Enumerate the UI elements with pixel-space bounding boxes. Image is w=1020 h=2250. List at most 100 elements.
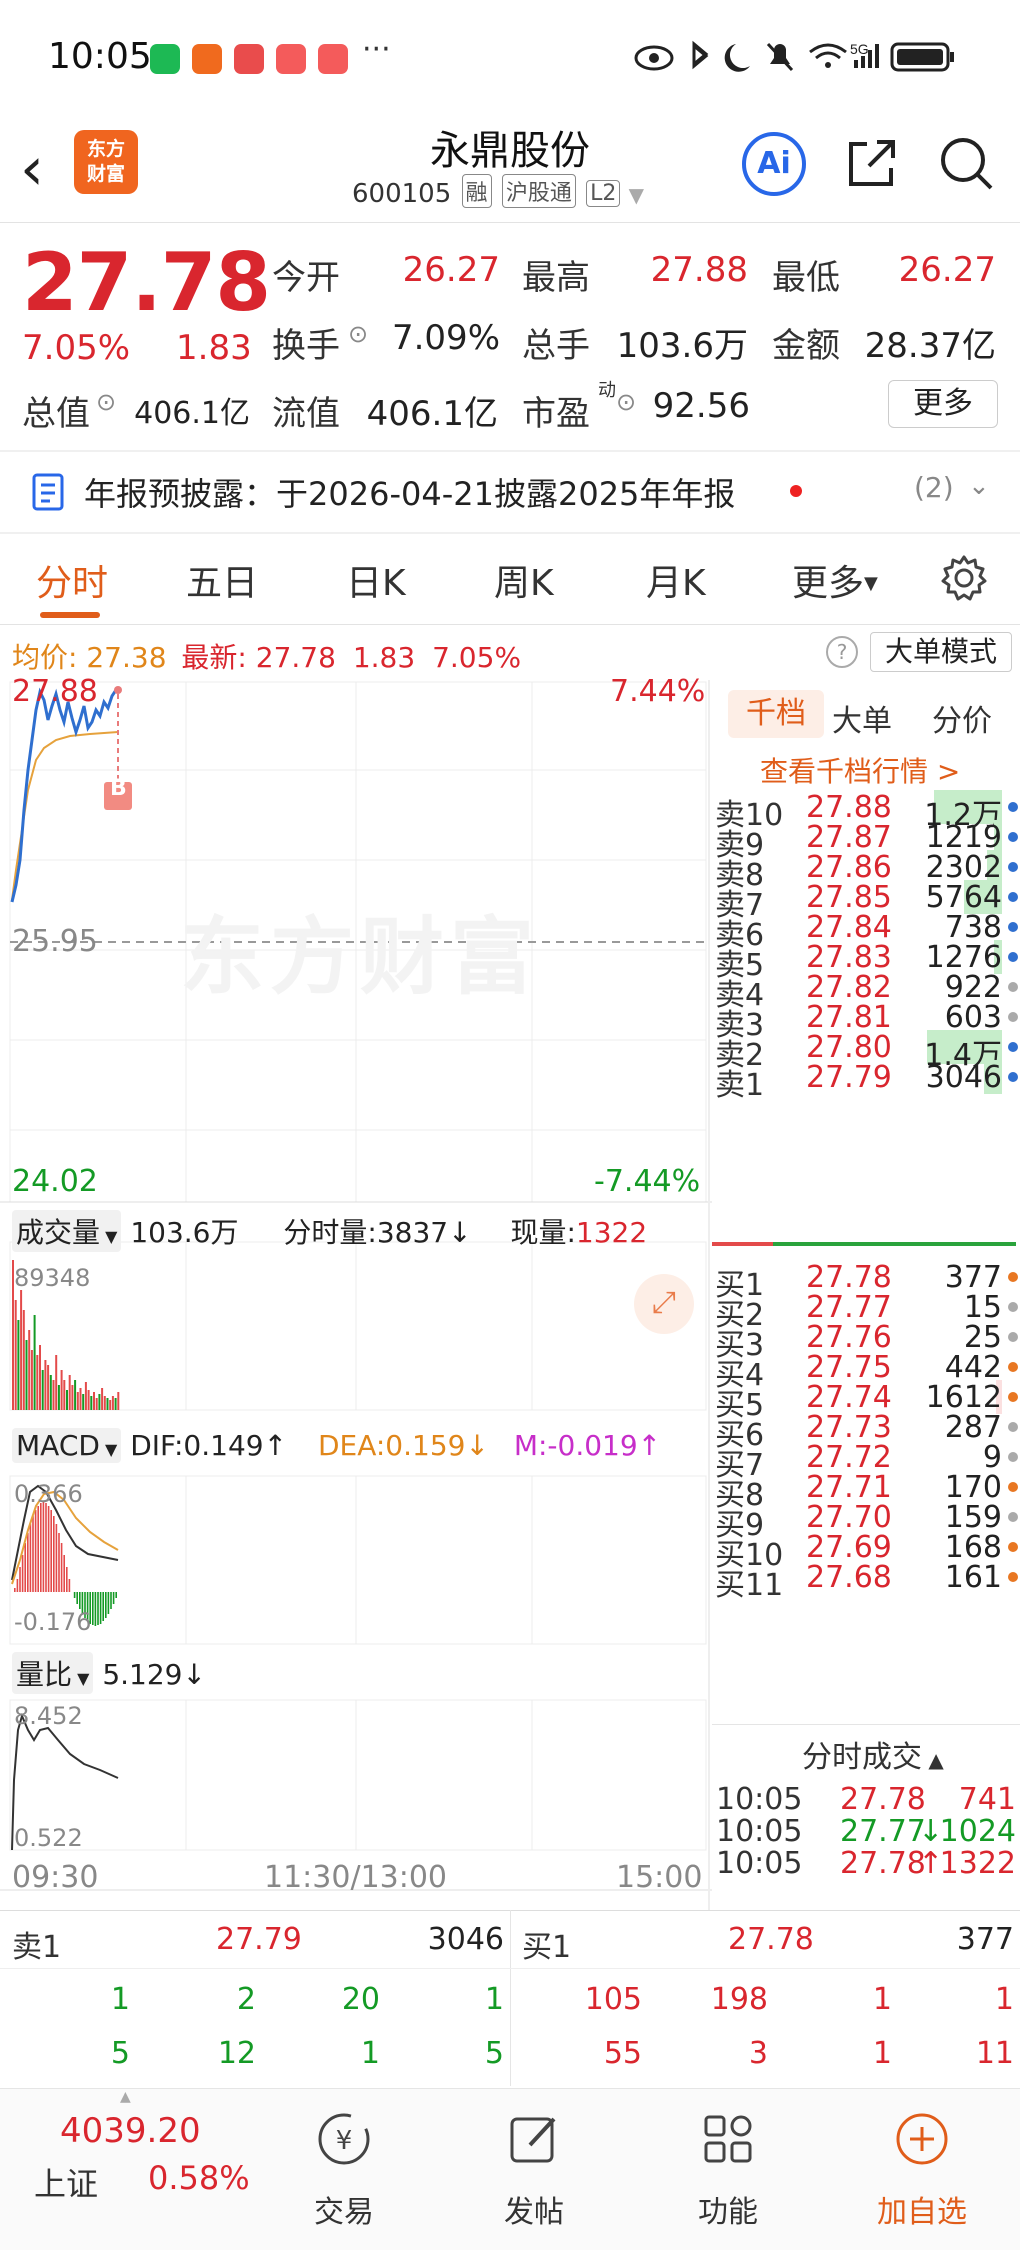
index-value[interactable]: 4039.20 bbox=[60, 2111, 201, 2151]
intraday-chart[interactable]: 东方财富 27.88 7.44% B 25.95 24.02 -7.44% 成交… bbox=[0, 674, 712, 1910]
expand-icon[interactable]: ⤢ bbox=[634, 1274, 694, 1334]
macd-bar bbox=[112, 1592, 115, 1604]
volume-bar bbox=[44, 1360, 47, 1410]
add-circle-icon bbox=[896, 2113, 948, 2165]
grid-icon bbox=[704, 2115, 752, 2163]
tab-intraday[interactable]: 分时 bbox=[36, 554, 108, 606]
index-name[interactable]: 上证 bbox=[34, 2159, 98, 2205]
high-label: 最高 bbox=[522, 258, 590, 298]
volume-label: 总手 bbox=[522, 326, 590, 366]
tab-full-depth[interactable]: 千档 bbox=[728, 690, 824, 738]
big-order-mode-button[interactable]: 大单模式 bbox=[870, 632, 1012, 672]
level-indicator-dot bbox=[1008, 862, 1018, 872]
float-value: 406.1亿 bbox=[366, 394, 498, 434]
macd-bar bbox=[50, 1510, 52, 1592]
tab-more[interactable]: 更多▼ bbox=[792, 554, 878, 606]
volume-selector[interactable]: 成交量 ▼ bbox=[12, 1210, 122, 1252]
index-percent[interactable]: 0.58% bbox=[148, 2159, 250, 2197]
tag-connect: 沪股通 bbox=[501, 174, 576, 208]
time-axis-mid: 11:30/13:00 bbox=[264, 1860, 448, 1895]
level-indicator-dot bbox=[1008, 1272, 1018, 1282]
info-icon[interactable]: ⊙ bbox=[616, 388, 636, 416]
pe-value: 92.56 bbox=[652, 386, 750, 426]
dock-trade[interactable]: ¥ 交易 bbox=[284, 2109, 404, 2231]
pe-superscript: 动 bbox=[598, 380, 616, 401]
trades-title[interactable]: 分时成交 ▲ bbox=[802, 1732, 944, 1776]
avg-value: 27.38 bbox=[86, 641, 167, 674]
volume-bar bbox=[68, 1375, 71, 1410]
info-icon[interactable]: ⊙ bbox=[348, 320, 368, 348]
level-indicator-dot bbox=[1008, 1012, 1018, 1022]
volume-bar bbox=[39, 1345, 41, 1410]
depth-ratio-bar bbox=[712, 1242, 1016, 1246]
trade-time: 10:05 bbox=[716, 1846, 803, 1881]
ask1-label: 卖1 bbox=[12, 1930, 62, 1965]
tab-five-day[interactable]: 五日 bbox=[186, 554, 258, 606]
macd-bar bbox=[58, 1533, 60, 1592]
dif-value: DIF:0.149↑ bbox=[130, 1429, 288, 1462]
latest-value: 27.78 bbox=[255, 641, 336, 674]
macd-bar bbox=[66, 1567, 68, 1592]
volume-bar bbox=[95, 1398, 98, 1410]
queue-order-size: 55 bbox=[603, 2036, 642, 2071]
dock-functions[interactable]: 功能 bbox=[668, 2109, 788, 2231]
volume-total: 103.6万 bbox=[130, 1216, 239, 1249]
level-indicator-dot bbox=[1008, 1542, 1018, 1552]
level-indicator-dot bbox=[1008, 1362, 1018, 1372]
more-button[interactable]: 更多 bbox=[888, 380, 998, 428]
float-label: 流值 bbox=[272, 394, 340, 434]
help-icon[interactable]: ? bbox=[826, 636, 858, 668]
gear-icon[interactable] bbox=[940, 554, 988, 602]
ai-button[interactable]: Ai bbox=[742, 132, 806, 196]
share-icon[interactable] bbox=[845, 136, 899, 190]
price-min-label: 24.02 bbox=[12, 1164, 98, 1199]
view-full-depth-link[interactable]: 查看千档行情 > bbox=[760, 750, 960, 790]
tab-weekly-k[interactable]: 周K bbox=[494, 554, 554, 606]
level-indicator-dot bbox=[1008, 922, 1018, 932]
level-indicator-dot bbox=[1008, 892, 1018, 902]
macd-selector[interactable]: MACD ▼ bbox=[12, 1428, 122, 1463]
macd-bar bbox=[99, 1592, 102, 1624]
info-icon[interactable]: ⊙ bbox=[96, 388, 116, 416]
macd-bar bbox=[79, 1592, 81, 1609]
buy-marker-label[interactable]: B bbox=[110, 776, 127, 801]
macd-bar bbox=[27, 1533, 29, 1592]
status-bar: 10:05 ··· 5G bbox=[0, 0, 1020, 120]
prev-close-label: 25.95 bbox=[12, 924, 98, 959]
bid-level-row[interactable]: 买11 27.68 161 bbox=[712, 1556, 1020, 1603]
order-book: 千档 大单 分价 查看千档行情 > 卖10 27.88 1.2万 卖9 27.87 121… bbox=[712, 680, 1020, 1910]
macd-bar bbox=[107, 1592, 110, 1614]
chevron-down-icon[interactable]: ⌄ bbox=[968, 471, 990, 501]
ask-level-row[interactable]: 卖1 27.79 3046 bbox=[712, 1056, 1020, 1103]
volume-bar bbox=[98, 1394, 101, 1410]
volume-bar bbox=[111, 1396, 114, 1410]
search-icon[interactable] bbox=[937, 134, 995, 192]
macd-bar bbox=[92, 1592, 94, 1625]
tick-volume: 分时量:3837↓ bbox=[283, 1216, 472, 1249]
trade-volume: 1322 bbox=[939, 1846, 1016, 1881]
bid1-volume: 377 bbox=[956, 1922, 1014, 1957]
volume-bar bbox=[109, 1400, 112, 1410]
macd-bar bbox=[14, 1588, 16, 1592]
low-value: 26.27 bbox=[898, 250, 996, 290]
chevron-down-icon[interactable]: ▼ bbox=[629, 183, 644, 207]
avg-price-line bbox=[11, 731, 119, 901]
notice-bar[interactable]: 年报预披露：于2026-04-21披露2025年年报 (2) ⌄ bbox=[0, 455, 1020, 527]
volume-bar bbox=[93, 1392, 95, 1410]
tab-daily-k[interactable]: 日K bbox=[346, 554, 406, 606]
tab-price-distribution[interactable]: 分价 bbox=[932, 696, 992, 740]
ratio-selector[interactable]: 量比 ▼ bbox=[12, 1652, 94, 1694]
trade-row: 10:05 27.78 ↑ 1322 bbox=[712, 1842, 1020, 1884]
latest-change: 1.83 bbox=[352, 641, 416, 674]
tab-monthly-k[interactable]: 月K bbox=[646, 554, 706, 606]
amount-value: 28.37亿 bbox=[864, 326, 996, 366]
dock-add-watchlist[interactable]: 加自选 bbox=[862, 2109, 982, 2231]
wechat-icon bbox=[150, 44, 180, 74]
tab-big-orders[interactable]: 大单 bbox=[832, 696, 892, 740]
dock-post[interactable]: 发帖 bbox=[474, 2109, 594, 2231]
macd-bar bbox=[32, 1516, 34, 1592]
volume-bar bbox=[90, 1396, 93, 1410]
header: ‹ 东方 财富 永鼎股份 600105 融 沪股通 L2 ▼ Ai bbox=[0, 120, 1020, 224]
ratio-min-label: 0.522 bbox=[14, 1824, 83, 1852]
macd-bar bbox=[45, 1503, 47, 1592]
